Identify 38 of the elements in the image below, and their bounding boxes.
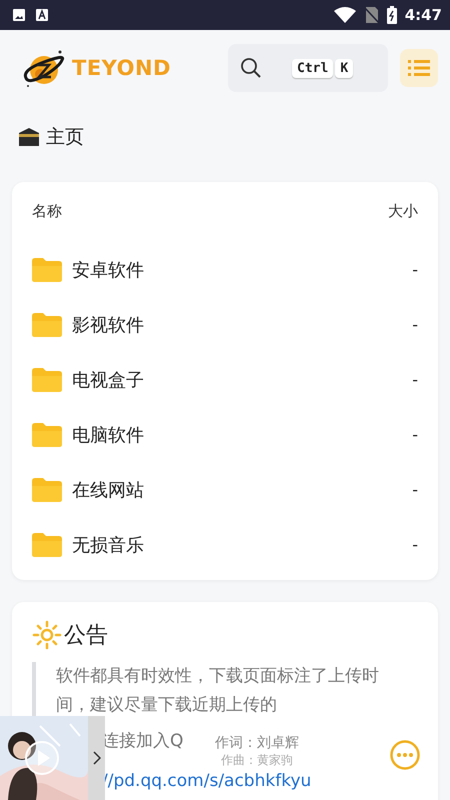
list-icon [408,59,430,77]
column-header: 大小 [388,202,418,222]
clock: 4:47 [404,6,442,24]
keyboard-key: Ctrl [292,58,334,78]
folder-row[interactable]: 影视软件 - [32,297,418,352]
play-icon [24,740,60,776]
folder-icon [32,312,62,336]
breadcrumb-link[interactable]: 主页 [46,124,84,150]
folder-row[interactable]: 无损音乐 - [32,517,418,572]
lyric-line: 作曲：黄家驹 [220,752,294,769]
keyboard-key: K [335,58,354,78]
folder-icon [32,478,62,502]
folder-icon [32,368,62,392]
lyric-line: 作词：刘卓辉 [215,734,299,752]
column-header: 名称 [32,202,62,222]
folder-row[interactable]: 电视盒子 - [32,352,418,407]
folder-row[interactable]: 在线网站 - [32,462,418,517]
wifi-icon [332,6,357,24]
folder-icon [32,532,62,556]
link[interactable]: //pd.qq.com/s/acbhkfkyu [102,770,312,792]
search-button[interactable]: Ctrl K [228,44,388,92]
no-sim-icon [364,6,379,24]
folder-row[interactable]: 电脑软件 - [32,407,418,462]
chevron-icon [92,751,100,765]
notice-text: 软件都具有时效性，下载页面标注了上传时间，建议尽量下载近期上传的 [56,665,380,717]
building-icon [18,127,40,147]
folder-icon [32,422,62,446]
search-icon [240,57,262,79]
logo-text: TEYOND [72,56,171,80]
notice-title: 公告 [64,622,108,650]
folder-icon [32,258,62,282]
planet-logo-icon [22,48,66,88]
image-icon [12,8,26,22]
battery-icon [386,6,397,24]
sun-icon [32,620,62,650]
folder-row[interactable]: 安卓软件 - [32,242,418,297]
text-icon [36,8,48,22]
menu-button[interactable] [400,49,438,87]
